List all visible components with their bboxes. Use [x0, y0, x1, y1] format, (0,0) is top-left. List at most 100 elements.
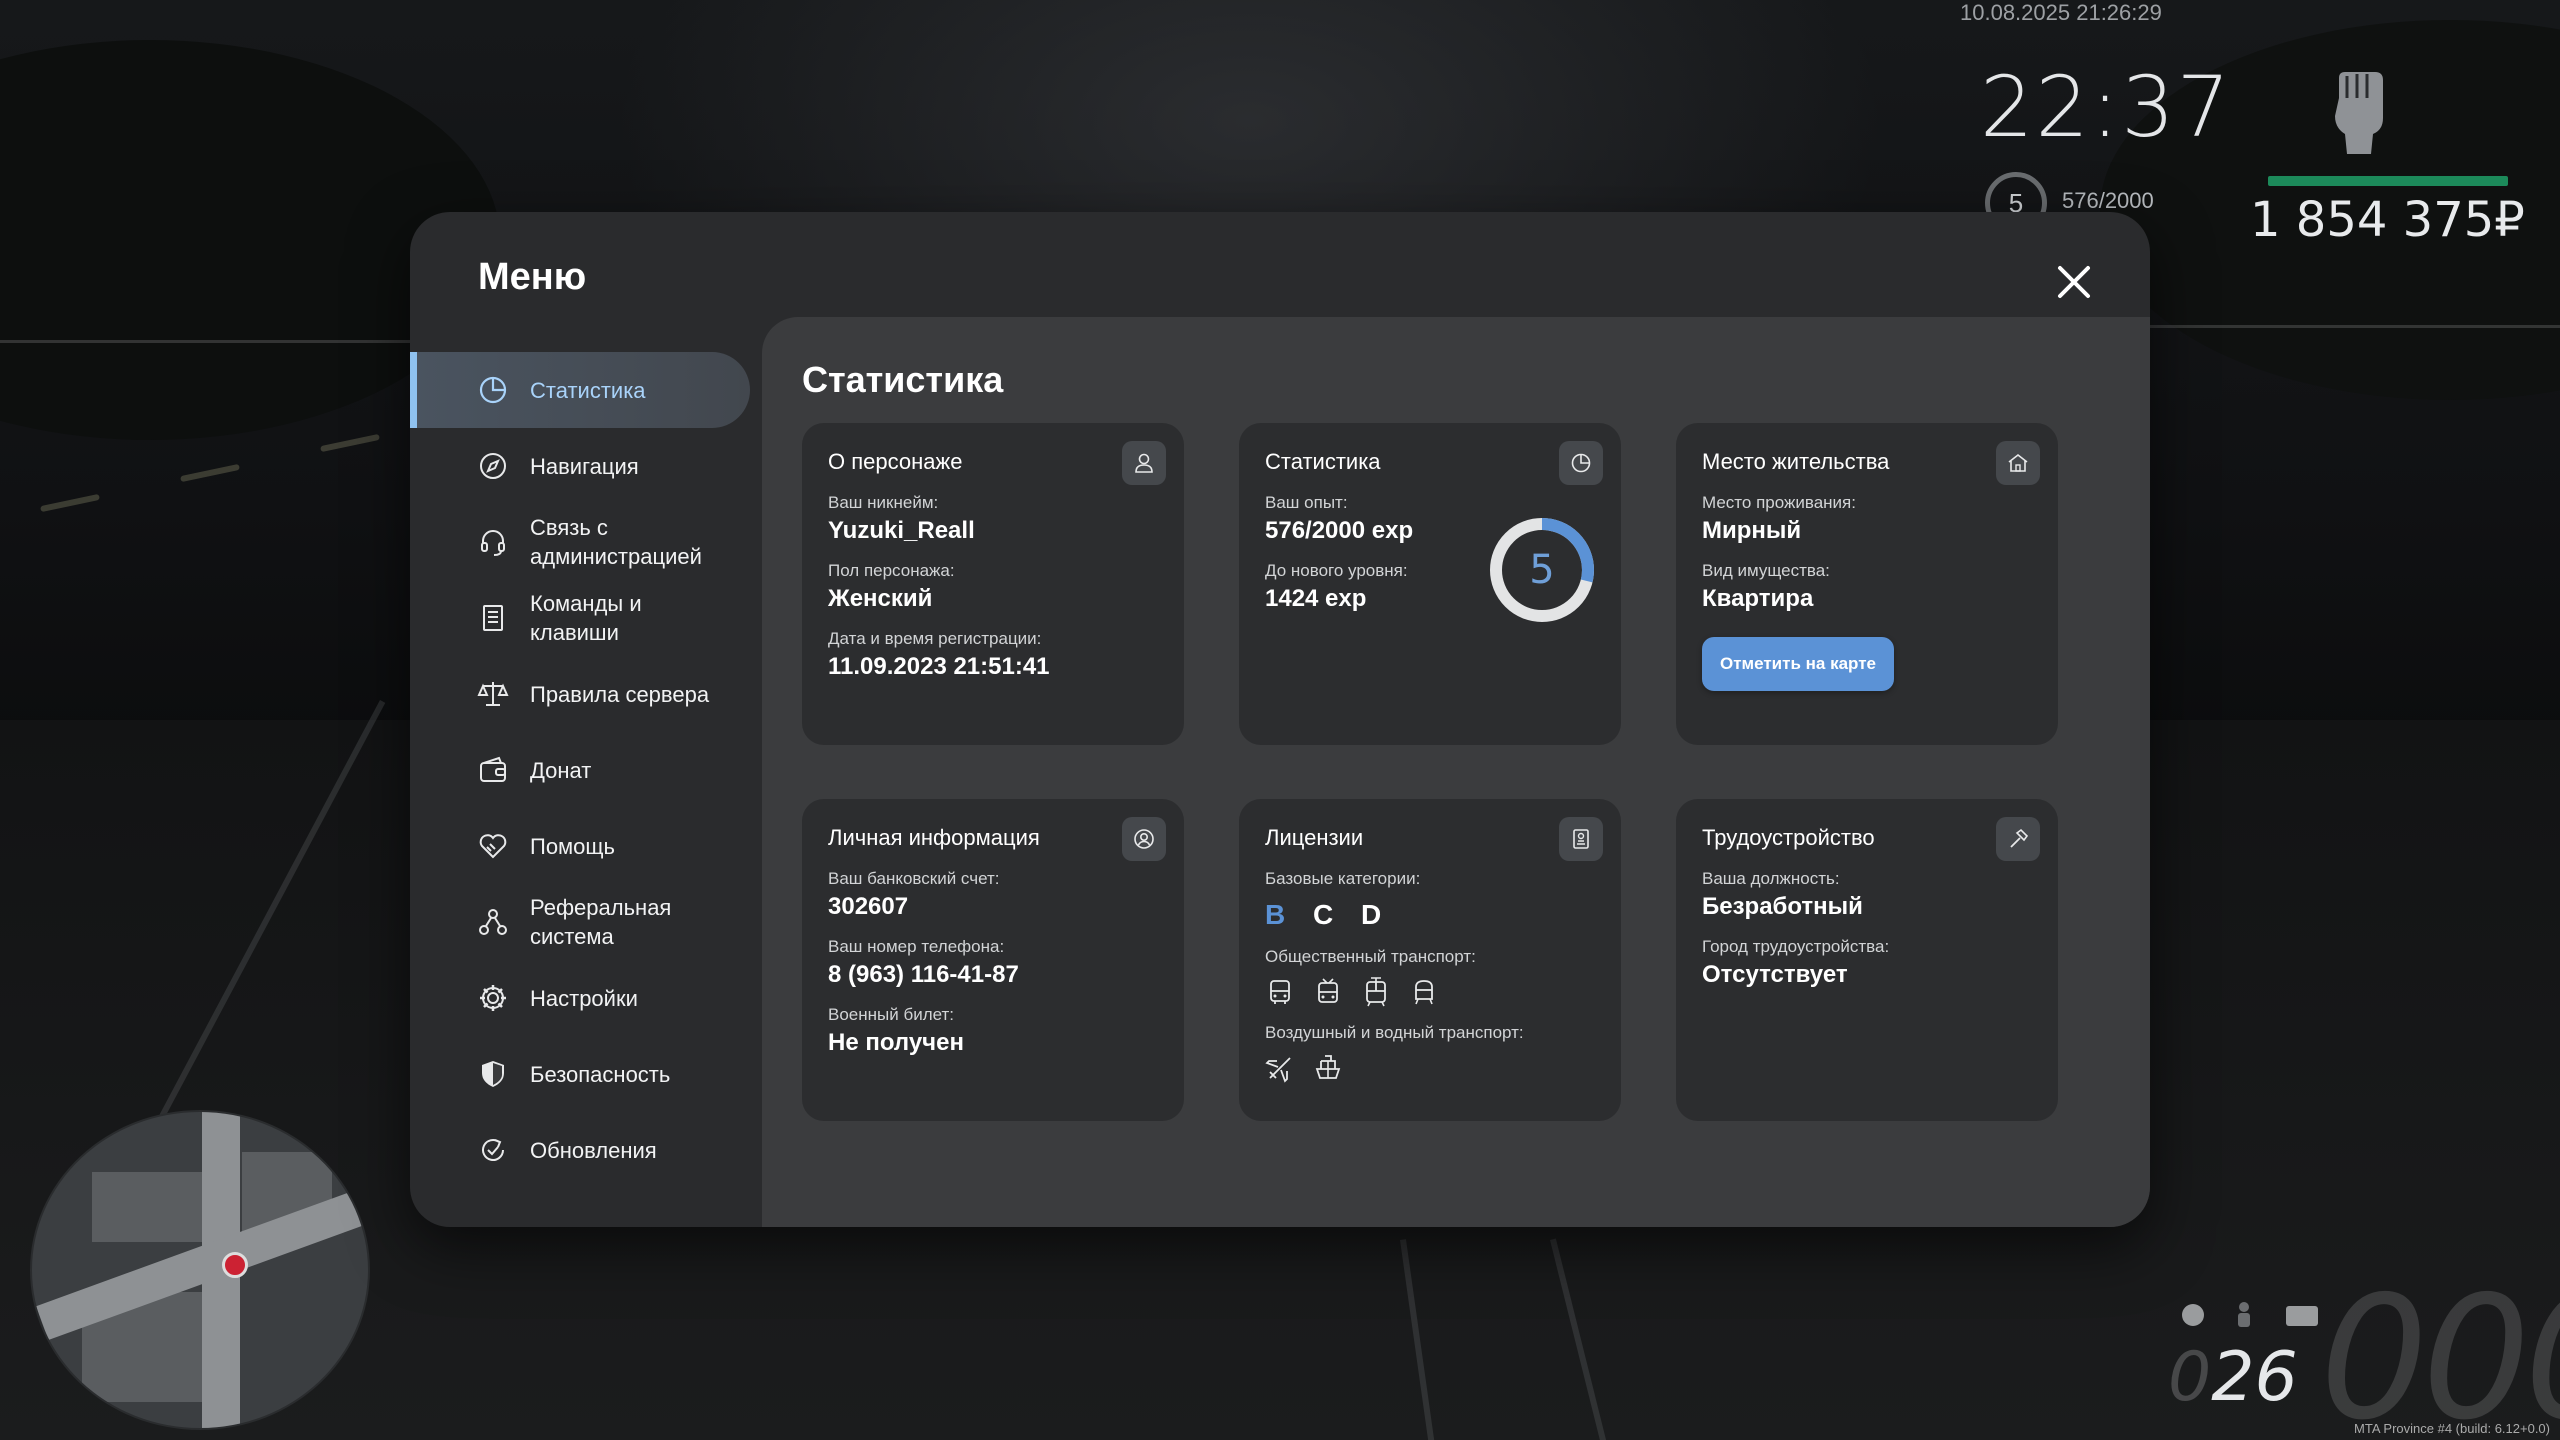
field-label: Дата и время регистрации:	[828, 629, 1042, 648]
air-water-transport-icons	[1265, 1053, 1595, 1083]
field-label: Базовые категории:	[1265, 869, 1421, 888]
engine-icon	[2286, 1306, 2318, 1326]
employment-city-value: Отсутствует	[1702, 961, 1848, 988]
seatbelt-icon	[2238, 1302, 2250, 1327]
hammer-icon	[1996, 817, 2040, 861]
pie-chart-icon	[476, 373, 510, 407]
sidebar-item-security[interactable]: Безопасность	[410, 1036, 750, 1112]
hud-exp: 576/2000	[2062, 188, 2154, 213]
content-panel: Статистика О персонаже Ваш никнейм: Yuzu…	[762, 317, 2150, 1227]
card-title: Лицензии	[1265, 825, 1364, 850]
license-categories: B C D	[1265, 899, 1595, 931]
hud-clock: 22:37	[1980, 58, 2233, 156]
sidebar-item-updates[interactable]: Обновления	[410, 1112, 750, 1188]
wallet-icon	[476, 753, 510, 787]
sidebar-item-commands[interactable]: Команды и клавиши	[410, 580, 750, 656]
phone-value: 8 (963) 116-41-87	[828, 961, 1019, 988]
sidebar-item-label: Связь с администрацией	[530, 515, 702, 569]
license-category-c: C	[1313, 899, 1344, 930]
sidebar-item-contact-admin[interactable]: Связь с администрацией	[410, 504, 750, 580]
minimap[interactable]	[30, 1110, 370, 1430]
speedometer-speed: 026	[2168, 1338, 2298, 1417]
field-label: Ваша должность:	[1702, 869, 1840, 888]
card-title: Статистика	[1265, 449, 1381, 474]
mark-on-map-button[interactable]: Отметить на карте	[1702, 637, 1894, 691]
field-label: Ваш банковский счет:	[828, 869, 1000, 888]
field-label: Ваш никнейм:	[828, 493, 939, 512]
sidebar-item-label: Реферальная система	[530, 895, 672, 949]
close-button[interactable]	[2050, 258, 2098, 306]
hud-datetime: 10.08.2025 21:26:29	[1960, 0, 2162, 25]
vehicle-status-icons	[2180, 1300, 2322, 1330]
ship-icon	[1313, 1053, 1343, 1083]
referral-icon	[476, 905, 510, 939]
nickname-value: Yuzuki_Reall	[828, 517, 975, 544]
handshake-heart-icon	[476, 829, 510, 863]
field-label: Ваш опыт:	[1265, 493, 1348, 512]
sidebar: Статистика Навигация Связь с администрац…	[410, 352, 750, 1188]
sidebar-item-navigation[interactable]: Навигация	[410, 428, 750, 504]
metro-icon	[1409, 977, 1439, 1007]
field-label: Военный билет:	[828, 1005, 955, 1024]
gender-value: Женский	[828, 585, 933, 612]
field-label: Ваш номер телефона:	[828, 937, 1005, 956]
card-personal-info: Личная информация Ваш банковский счет: 3…	[802, 799, 1184, 1121]
field-label: Общественный транспорт:	[1265, 947, 1476, 966]
field-label: Город трудоустройства:	[1702, 937, 1890, 956]
sidebar-item-label: Безопасность	[530, 1061, 671, 1087]
player-marker-icon	[222, 1252, 248, 1278]
scales-icon	[476, 677, 510, 711]
sidebar-item-label: Настройки	[530, 985, 638, 1011]
registration-value: 11.09.2023 21:51:41	[828, 653, 1050, 680]
level-progress-ring: 5	[1487, 515, 1597, 625]
sidebar-item-label: Обновления	[530, 1137, 657, 1163]
card-employment: Трудоустройство Ваша должность: Безработ…	[1676, 799, 2058, 1121]
sidebar-item-help[interactable]: Помощь	[410, 808, 750, 884]
field-label: Место проживания:	[1702, 493, 1856, 512]
refresh-check-icon	[476, 1133, 510, 1167]
document-icon	[476, 601, 510, 635]
sidebar-item-label: Помощь	[530, 833, 615, 859]
card-character: О персонаже Ваш никнейм: Yuzuki_Reall По…	[802, 423, 1184, 745]
sidebar-item-label: Команды и клавиши	[530, 591, 642, 645]
sidebar-item-referral[interactable]: Реферальная система	[410, 884, 750, 960]
license-category-d: D	[1361, 899, 1392, 930]
card-licenses: Лицензии Базовые категории: B C D Общест…	[1239, 799, 1621, 1121]
position-value: Безработный	[1702, 893, 1863, 920]
build-info: MTA Province #4 (build: 6.12+0.0)	[2354, 1421, 2550, 1436]
bus-icon	[1265, 977, 1295, 1007]
license-card-icon	[1559, 817, 1603, 861]
sidebar-item-settings[interactable]: Настройки	[410, 960, 750, 1036]
lights-icon	[2182, 1304, 2204, 1326]
sidebar-item-rules[interactable]: Правила сервера	[410, 656, 750, 732]
shield-icon	[476, 1057, 510, 1091]
card-statistics: Статистика Ваш опыт: 576/2000 exp До нов…	[1239, 423, 1621, 745]
user-icon	[1122, 441, 1166, 485]
user-circle-icon	[1122, 817, 1166, 861]
fist-icon	[2325, 68, 2395, 158]
menu-title: Меню	[478, 256, 587, 298]
level-number: 5	[1529, 547, 1555, 593]
headset-icon	[476, 525, 510, 559]
card-title: Личная информация	[828, 825, 1040, 850]
speedometer-rpm: 000	[2320, 1260, 2560, 1440]
card-title: Место жительства	[1702, 449, 1890, 474]
card-title: О персонаже	[828, 449, 963, 474]
airplane-icon	[1265, 1053, 1295, 1083]
menu-window: Меню Статистика Навигация Связь с админи…	[410, 212, 2150, 1227]
public-transport-icons	[1265, 977, 1595, 1007]
sidebar-item-statistics[interactable]: Статистика	[410, 352, 750, 428]
card-residence: Место жительства Место проживания: Мирны…	[1676, 423, 2058, 745]
card-title: Трудоустройство	[1702, 825, 1875, 850]
field-label: Пол персонажа:	[828, 561, 955, 580]
bank-account-value: 302607	[828, 893, 909, 920]
compass-icon	[476, 449, 510, 483]
sidebar-item-donate[interactable]: Донат	[410, 732, 750, 808]
gear-icon	[476, 981, 510, 1015]
sidebar-item-label: Донат	[530, 757, 592, 783]
trolleybus-icon	[1313, 977, 1343, 1007]
sidebar-item-label: Статистика	[530, 377, 646, 403]
field-label: Воздушный и водный транспорт:	[1265, 1023, 1524, 1042]
pie-chart-icon	[1559, 441, 1603, 485]
property-value: Квартира	[1702, 585, 1814, 612]
